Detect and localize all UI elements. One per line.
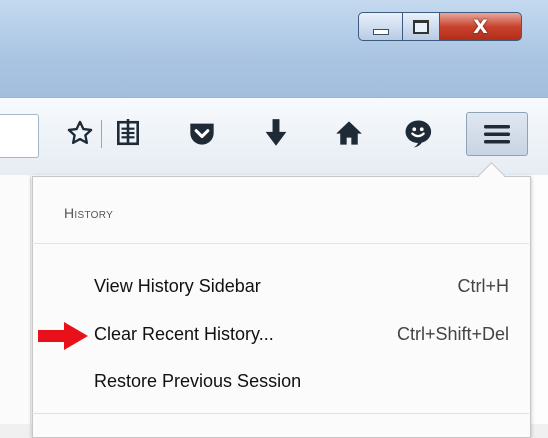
page-left-edge	[0, 175, 31, 424]
smiley-feedback-icon	[405, 120, 432, 148]
open-menu-button[interactable]	[466, 112, 528, 156]
downloads-button[interactable]	[260, 114, 292, 152]
window-controls: X	[358, 12, 522, 41]
toolbar-separator	[101, 120, 102, 148]
minimize-button[interactable]	[358, 12, 402, 41]
page-right-edge	[530, 175, 548, 424]
star-bookmark-icon	[67, 120, 93, 145]
reading-list-icon	[117, 119, 139, 146]
download-icon	[265, 119, 287, 146]
close-button[interactable]: X	[440, 12, 522, 41]
maximize-button[interactable]	[402, 12, 440, 41]
view-history-sidebar-shortcut: Ctrl+H	[457, 276, 509, 296]
clear-recent-history-item[interactable]: Clear Recent History...	[94, 324, 274, 345]
home-button[interactable]	[333, 114, 365, 152]
pocket-button[interactable]	[186, 114, 218, 152]
clear-recent-history-shortcut: Ctrl+Shift+Del	[396, 324, 509, 344]
bookmark-star-button[interactable]	[64, 114, 96, 152]
hamburger-menu-icon	[484, 125, 510, 144]
reading-list-button[interactable]	[112, 114, 144, 152]
restore-previous-session-item[interactable]: Restore Previous Session	[94, 371, 301, 392]
url-bar[interactable]	[0, 114, 39, 158]
pocket-icon	[190, 123, 214, 145]
close-icon: X	[473, 15, 488, 38]
maximize-icon	[413, 19, 429, 34]
heading-separator	[32, 243, 529, 244]
view-history-sidebar-item[interactable]: View History Sidebar	[94, 276, 261, 297]
feedback-button[interactable]	[402, 114, 434, 152]
bottom-separator	[32, 413, 529, 414]
navigation-toolbar	[0, 97, 548, 176]
red-arrow-icon	[38, 322, 88, 350]
panel-heading: History	[64, 205, 114, 221]
window-titlebar: X	[0, 0, 548, 100]
minimize-icon	[372, 28, 389, 35]
home-icon	[336, 121, 362, 145]
